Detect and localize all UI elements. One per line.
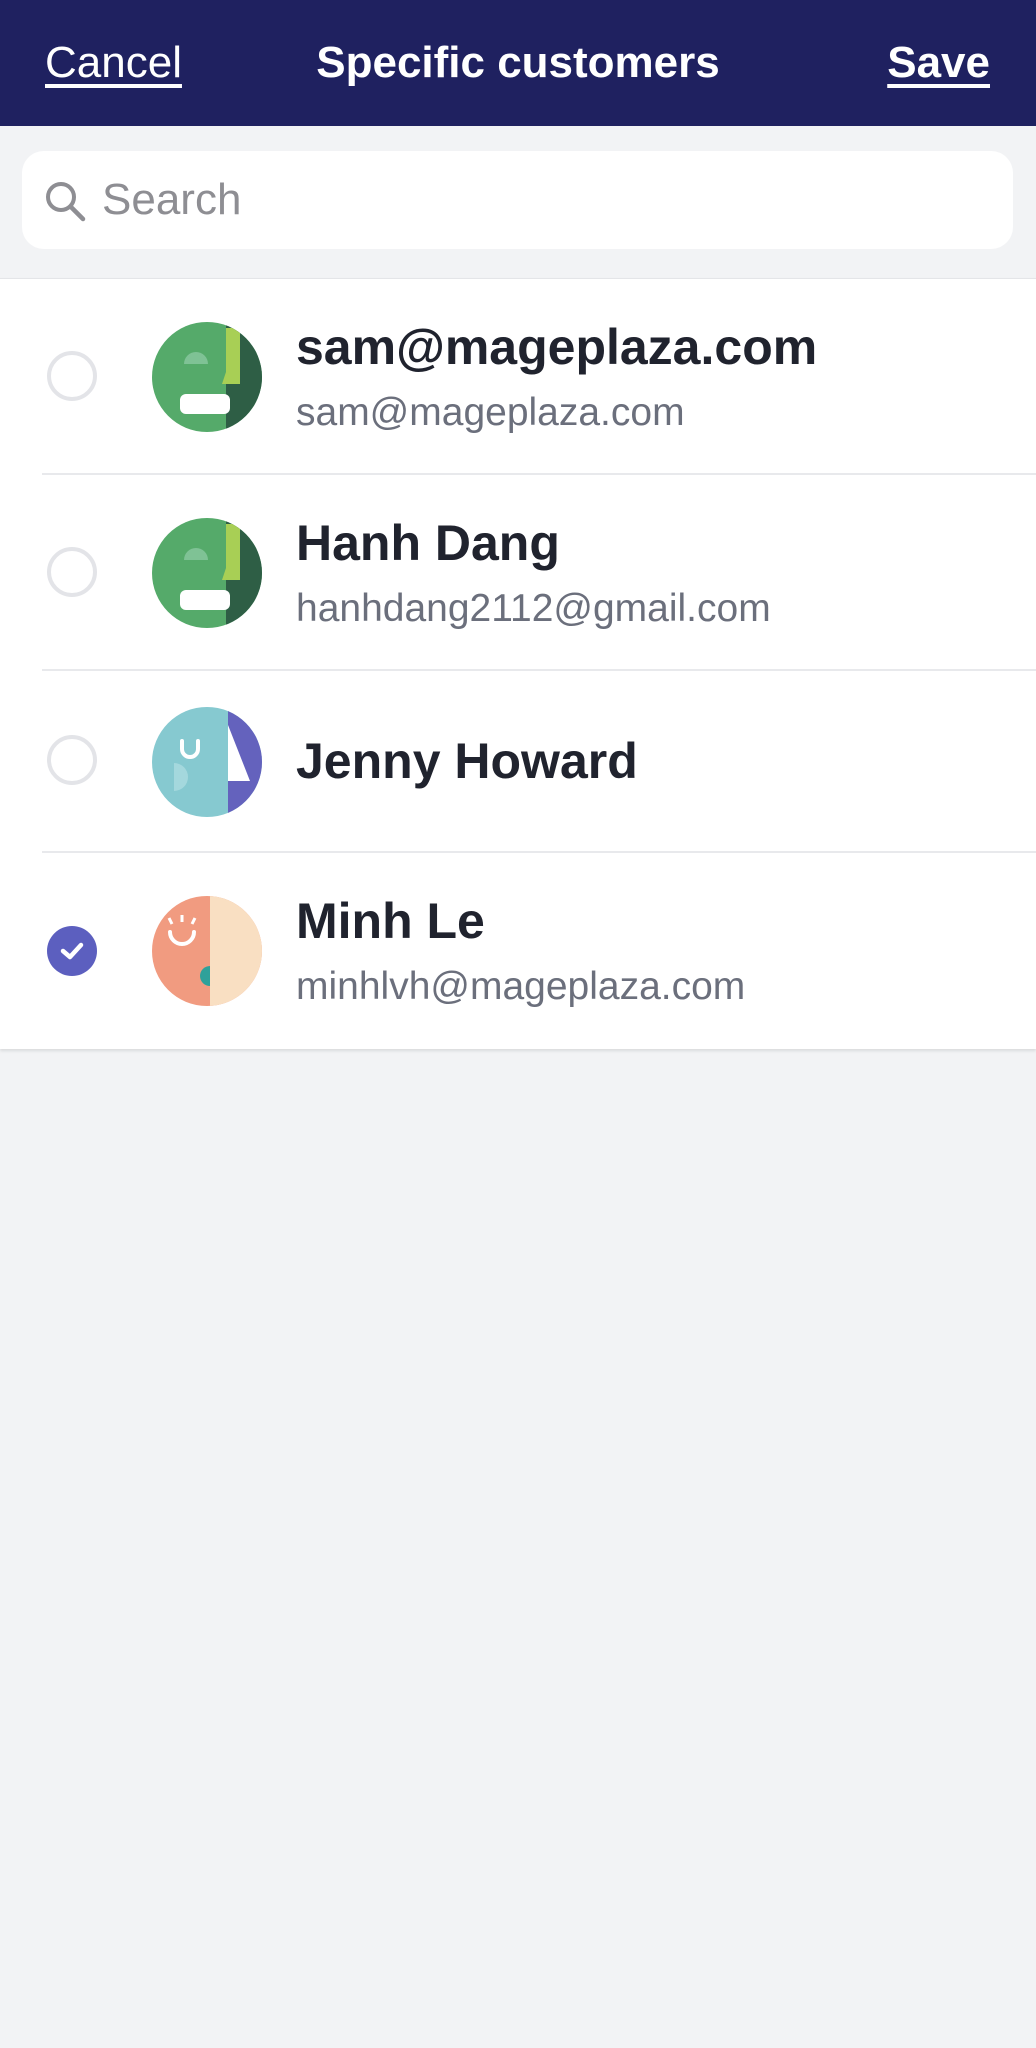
green-face-avatar [152,322,262,432]
customer-list: sam@mageplaza.com sam@mageplaza.com Hanh… [0,278,1036,1049]
peach-face-avatar [152,896,262,1006]
search-input[interactable] [102,151,992,249]
radio-button-checked[interactable] [47,926,97,976]
customer-name: Jenny Howard [296,733,638,789]
customer-row-jenny-howard[interactable]: Jenny Howard [0,671,1036,853]
radio-button-unchecked[interactable] [47,735,97,785]
customer-name: Minh Le [296,893,485,949]
customer-name: sam@mageplaza.com [296,319,818,375]
customer-row-hanh-dang[interactable]: Hanh Dang hanhdang2112@gmail.com [0,475,1036,671]
customer-row-sam[interactable]: sam@mageplaza.com sam@mageplaza.com [0,279,1036,475]
search-icon [46,182,86,222]
customer-email: minhlvh@mageplaza.com [296,965,746,1008]
customer-email: hanhdang2112@gmail.com [296,587,771,630]
customer-row-minh-le[interactable]: Minh Le minhlvh@mageplaza.com [0,853,1036,1049]
customer-name: Hanh Dang [296,515,560,571]
radio-button-unchecked[interactable] [47,547,97,597]
top-nav-bar: Cancel Specific customers Save [0,0,1036,126]
customer-email: sam@mageplaza.com [296,391,685,434]
page-title: Specific customers [316,38,720,87]
radio-button-unchecked[interactable] [47,351,97,401]
search-bar[interactable] [22,151,1013,249]
teal-face-avatar [152,707,262,817]
checkmark-icon [60,942,84,960]
save-button[interactable]: Save [887,34,990,92]
green-face-avatar [152,518,262,628]
